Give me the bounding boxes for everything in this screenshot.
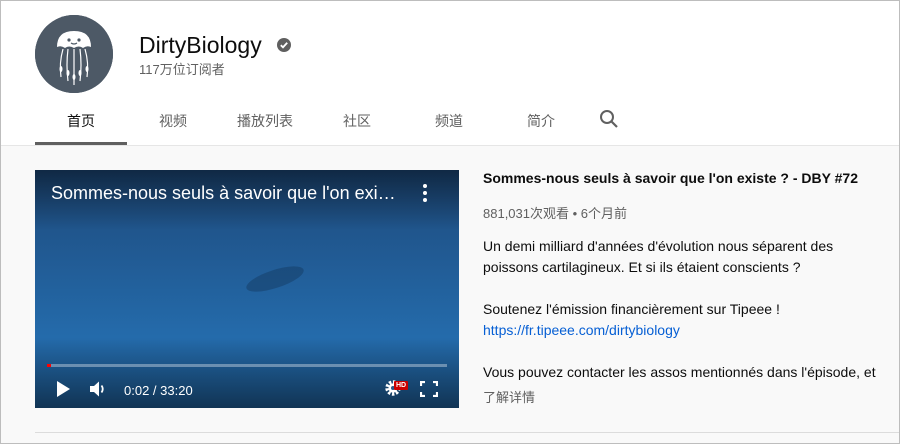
divider [1, 145, 899, 146]
video-meta: 881,031次观看 • 6个月前 [483, 206, 627, 221]
section-divider [35, 432, 899, 433]
progress-fill [47, 364, 51, 367]
tab-community[interactable]: 社区 [311, 99, 403, 145]
tab-channels[interactable]: 频道 [403, 99, 495, 145]
video-description: Un demi milliard d'années d'évolution no… [483, 236, 883, 383]
jellyfish-logo [35, 15, 113, 93]
tab-about[interactable]: 简介 [495, 99, 587, 145]
hd-badge: HD [394, 381, 409, 390]
channel-avatar[interactable] [35, 15, 113, 93]
search-icon[interactable] [587, 99, 631, 145]
video-frame-shark [243, 261, 307, 297]
channel-tabs: 首页 视频 播放列表 社区 频道 简介 [35, 99, 631, 145]
check-circle-icon [277, 38, 291, 52]
subscriber-count: 117万位订阅者 [139, 62, 225, 77]
description-support-text: Soutenez l'émission financièrement sur T… [483, 301, 780, 317]
tab-playlists[interactable]: 播放列表 [219, 99, 311, 145]
video-player[interactable]: Sommes-nous seuls à savoir que l'on exis… [35, 170, 459, 408]
progress-bar[interactable] [47, 364, 447, 367]
description-paragraph-1: Un demi milliard d'années d'évolution no… [483, 238, 834, 275]
play-icon[interactable] [55, 380, 71, 403]
description-paragraph-2: Soutenez l'émission financièrement sur T… [483, 299, 883, 341]
channel-name: DirtyBiology [139, 32, 262, 58]
description-paragraph-3: Vous pouvez contacter les assos mentionn… [483, 364, 876, 380]
fullscreen-icon[interactable] [419, 380, 439, 402]
channel-header: DirtyBiology 117万位订阅者 首页 视频 播放列表 社区 频道 简… [1, 1, 899, 145]
tab-home[interactable]: 首页 [35, 99, 127, 145]
player-title[interactable]: Sommes-nous seuls à savoir que l'on exis… [51, 182, 401, 204]
tab-videos[interactable]: 视频 [127, 99, 219, 145]
video-title[interactable]: Sommes-nous seuls à savoir que l'on exis… [483, 170, 858, 186]
show-more-link[interactable]: 了解详情 [483, 387, 535, 406]
tipeee-link[interactable]: https://fr.tipeee.com/dirtybiology [483, 322, 680, 338]
volume-icon[interactable] [89, 380, 107, 403]
time-display: 0:02 / 33:20 [124, 383, 193, 398]
more-vert-icon[interactable] [415, 182, 435, 204]
